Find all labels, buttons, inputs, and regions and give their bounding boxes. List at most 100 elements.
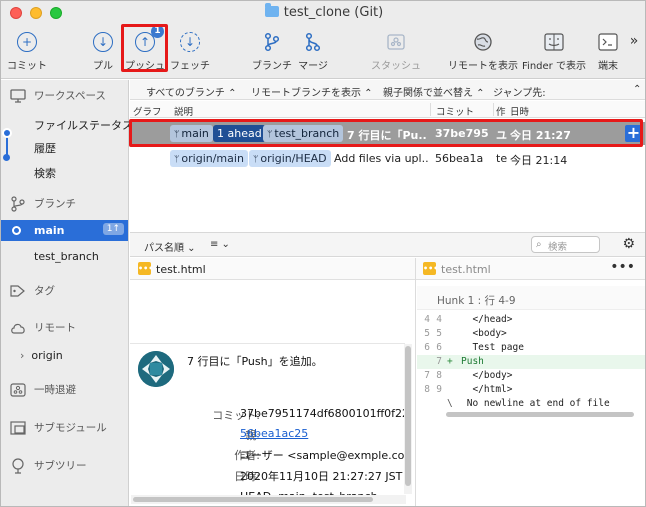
show-remote-branches-dropdown[interactable]: リモートブランチを表示 ⌃ — [251, 84, 373, 99]
column-commit[interactable]: コミット — [436, 104, 474, 118]
diff-line-added: 7 + Push — [417, 355, 645, 369]
column-date[interactable]: 日時 — [510, 104, 529, 118]
current-branch-icon — [12, 226, 21, 235]
diff-line: 44 </head> — [424, 314, 513, 325]
diff-line: 89 </html> — [424, 384, 513, 395]
jump-to-label[interactable]: ジャンプ先: — [493, 84, 546, 99]
sidebar-section-submodules[interactable]: サブモジュール — [10, 420, 107, 435]
terminal-button[interactable]: 端末 — [591, 31, 625, 72]
diff-horizontal-scrollbar[interactable] — [446, 411, 641, 418]
terminal-icon — [597, 31, 619, 53]
commit-button[interactable]: + コミット — [7, 31, 47, 72]
submodule-icon — [10, 420, 26, 435]
sidebar-section-workspace[interactable]: ワークスペース — [10, 88, 106, 103]
diff-line: 78 </body> — [424, 370, 513, 381]
branch-button[interactable]: ブランチ — [252, 31, 292, 72]
arrow-down-circle-icon: ↓ — [92, 31, 114, 53]
sidebar-item-history[interactable]: 履歴 — [34, 140, 56, 156]
pull-button[interactable]: ↓ プル — [85, 31, 121, 72]
sidebar-item-branch-test[interactable]: test_branch — [34, 250, 99, 263]
file-modified-icon: ••• — [138, 262, 154, 275]
sidebar-section-tags[interactable]: タグ — [10, 283, 55, 298]
scrollbar-thumb[interactable] — [446, 412, 634, 417]
sidebar-item-file-status[interactable]: ファイルステータス — [34, 117, 133, 133]
branch-icon: ᛘ — [253, 155, 259, 165]
sidebar-item-search[interactable]: 検索 — [34, 165, 56, 181]
commit-author: te — [496, 152, 508, 165]
chevron-right-icon: › — [20, 349, 25, 362]
show-remote-button[interactable]: リモートを表示 — [448, 31, 518, 72]
file-list-item[interactable]: ••• test.html — [130, 258, 415, 280]
fetch-icon: ↓ — [179, 31, 201, 53]
monitor-icon — [10, 88, 26, 103]
date-value: 2020年11月10日 21:27:27 JST — [240, 470, 403, 483]
sidebar-section-branches[interactable]: ブランチ — [10, 195, 76, 212]
search-icon: ⌕ — [536, 239, 542, 250]
diff-view: Hunk 1 : 行 4-9 44 </head> 55 <body> 66 T… — [417, 281, 645, 506]
stash-icon — [10, 382, 26, 397]
hunk-title: Hunk 1 : 行 4-9 — [437, 295, 516, 307]
ahead-count-badge: 1↑ — [102, 223, 124, 235]
stash-icon — [385, 31, 407, 53]
commit-date: 今日 21:14 — [510, 154, 568, 167]
cloud-icon — [10, 321, 26, 335]
commit-detail-panel: 7 行目に「Push」を追加。 コミット: 37be7951174df68001… — [130, 343, 405, 498]
push-highlight-box — [121, 24, 168, 72]
more-options-icon[interactable]: ••• — [610, 259, 635, 275]
scrollbar-thumb[interactable] — [133, 497, 373, 502]
branch-ref-origin-main[interactable]: ᛘ origin/main — [170, 150, 248, 167]
column-graph[interactable]: グラフ — [133, 104, 162, 118]
diff-line: \ No newline at end of file — [447, 398, 610, 409]
diff-file-header: ••• test.html ••• — [416, 258, 645, 280]
toolbar-overflow-button[interactable]: » — [627, 33, 641, 49]
commit-row[interactable]: ᛘ origin/main ᛘ origin/HEAD Add files via … — [130, 147, 645, 170]
file-modified-icon: ••• — [423, 262, 439, 275]
globe-icon — [472, 31, 494, 53]
commit-detail-message: 7 行目に「Push」を追加。 — [187, 355, 323, 368]
merge-button[interactable]: マージ — [295, 31, 331, 72]
sidebar-section-subtrees[interactable]: サブツリー — [10, 457, 87, 474]
horizontal-scrollbar[interactable] — [131, 495, 406, 504]
path-sort-dropdown[interactable]: パス名順 ⌄ — [144, 239, 196, 254]
column-description[interactable]: 説明 — [174, 104, 193, 118]
titlebar: test_clone (Git) + コミット ↓ プル ↑ 1 プッシュ ↓ … — [1, 1, 645, 79]
commit-table-header: グラフ 説明 コミット 作 日時 — [130, 101, 645, 118]
folder-icon — [264, 3, 279, 17]
commit-hash: 56bea1a — [435, 152, 484, 165]
show-in-finder-button[interactable]: Finder で表示 — [521, 31, 587, 72]
graph-node — [3, 154, 10, 161]
column-author[interactable]: 作 — [496, 104, 506, 118]
stash-button[interactable]: スタッシュ — [371, 31, 421, 72]
window-title: test_clone (Git) — [1, 3, 645, 20]
branch-ref-origin-head[interactable]: ᛘ origin/HEAD — [249, 150, 331, 167]
jump-to-chevron-icon[interactable]: ⌃ — [633, 84, 641, 95]
column-divider[interactable] — [430, 103, 431, 116]
scrollbar-thumb[interactable] — [405, 346, 411, 486]
sort-order-dropdown[interactable]: 親子関係で並べ替え ⌃ — [383, 84, 485, 99]
subtree-icon — [10, 457, 26, 474]
list-mode-dropdown[interactable]: ≡ ⌄ — [210, 239, 230, 250]
merge-icon — [302, 31, 324, 53]
gear-icon[interactable]: ⚙ — [622, 236, 635, 252]
fetch-button[interactable]: ↓ フェッチ — [169, 31, 211, 72]
tag-icon — [10, 284, 26, 298]
column-divider[interactable] — [493, 103, 494, 116]
branch-icon: ᛘ — [174, 155, 180, 165]
finder-icon — [543, 31, 565, 53]
pane-divider[interactable] — [415, 258, 416, 506]
author-value: ユーザー <sample@exmple.com> — [240, 449, 405, 462]
filter-bar: すべてのブランチ ⌃ リモートブランチを表示 ⌃ 親子関係で並べ替え ⌃ ジャン… — [130, 80, 645, 100]
all-branches-dropdown[interactable]: すべてのブランチ ⌃ — [146, 84, 236, 99]
file-search-input[interactable]: ⌕ 検索 — [531, 236, 600, 253]
sidebar-item-branch-main[interactable]: main 1↑ — [1, 220, 128, 241]
file-list-toolbar: パス名順 ⌄ ≡ ⌄ ⌕ 検索 ⚙ — [130, 232, 645, 257]
sidebar: ワークスペース ファイルステータス 履歴 検索 ブランチ main 1↑ tes… — [1, 80, 133, 506]
parent-link[interactable]: 56bea1ac25 — [240, 427, 308, 440]
sidebar-section-stashes[interactable]: 一時退避 — [10, 382, 76, 397]
sidebar-section-remotes[interactable]: リモート — [10, 320, 76, 335]
avatar — [138, 351, 174, 387]
sidebar-item-remote-origin[interactable]: › origin — [20, 349, 63, 362]
app-window: test_clone (Git) + コミット ↓ プル ↑ 1 プッシュ ↓ … — [0, 0, 646, 507]
plus-circle-icon: + — [16, 31, 38, 53]
vertical-scrollbar[interactable] — [404, 344, 412, 494]
